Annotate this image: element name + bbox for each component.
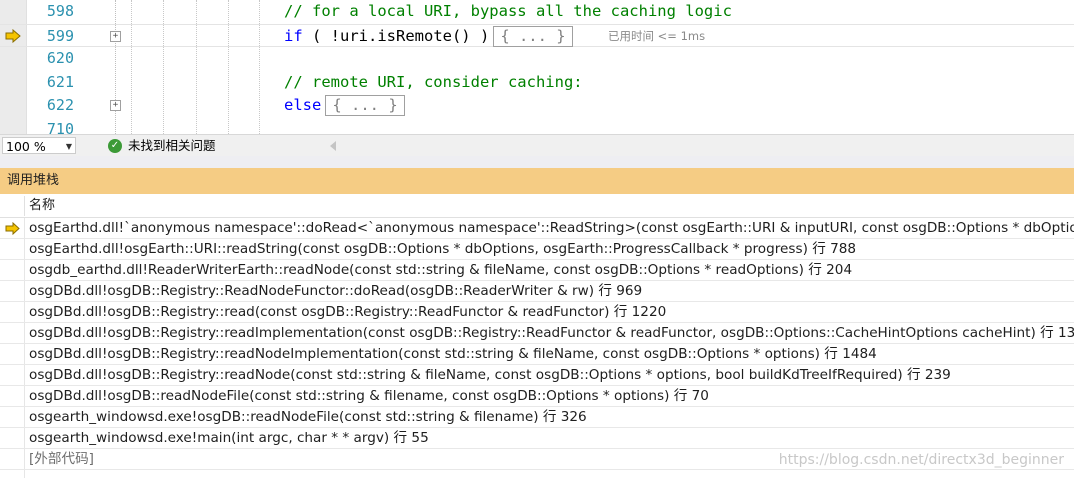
current-frame-arrow-icon (5, 222, 20, 235)
call-stack-frame[interactable]: osgDBd.dll!osgDB::Registry::read(const o… (0, 302, 1074, 323)
line-number: 598 (46, 2, 74, 20)
zoom-value: 100 % (6, 139, 46, 154)
watermark: https://blog.csdn.net/directx3d_beginner (778, 452, 1064, 468)
code-token: ( !uri.isRemote() ) (302, 26, 490, 45)
collapsed-block[interactable]: { ... } (493, 25, 573, 47)
frame-text: osgDBd.dll!osgDB::Registry::readNodeImpl… (29, 346, 877, 362)
keyword-token: if (284, 26, 303, 45)
call-stack-frame[interactable]: osgearth_windowsd.exe!main(int argc, cha… (0, 428, 1074, 449)
call-stack-frame[interactable]: osgDBd.dll!osgDB::Registry::readImplemen… (0, 323, 1074, 344)
code-line[interactable]: 621 // remote URI, consider caching: (0, 71, 1074, 94)
code-text: // remote URI, consider caching: (284, 71, 583, 94)
frame-text: osgDBd.dll!osgDB::Registry::readImplemen… (29, 325, 1074, 341)
code-line[interactable]: 599 + if ( !uri.isRemote() ){ ... } 已用时间 <=… (0, 23, 1074, 48)
frame-text: osgDBd.dll!osgDB::Registry::read(const o… (29, 304, 667, 320)
frame-text: osgDBd.dll!osgDB::Registry::ReadNodeFunc… (29, 283, 643, 299)
zoom-dropdown[interactable]: 100 % ▼ (2, 137, 76, 154)
issues-status[interactable]: 未找到相关问题 (128, 137, 216, 155)
column-divider[interactable] (24, 196, 25, 216)
chevron-down-icon: ▼ (65, 142, 72, 151)
code-line[interactable]: 710 (0, 118, 1074, 135)
frame-text: osgearth_windowsd.exe!osgDB::readNodeFil… (29, 409, 587, 425)
perf-tip[interactable]: 已用时间 <= 1ms (608, 25, 705, 48)
scroll-left-icon[interactable] (330, 141, 336, 151)
line-number: 621 (46, 72, 74, 91)
frame-text: osgDBd.dll!osgDB::Registry::readNode(con… (29, 367, 951, 383)
code-line[interactable]: 620 (0, 47, 1074, 70)
code-line[interactable]: 598 // for a local URI, bypass all the ca… (0, 0, 1074, 23)
comment-token: // remote URI, consider caching: (284, 72, 583, 91)
line-number: 620 (46, 49, 74, 67)
expand-icon[interactable]: + (110, 30, 121, 42)
frame-text: osgEarthd.dll!`anonymous namespace'::doR… (29, 220, 1074, 236)
call-stack-frame[interactable]: osgEarthd.dll!`anonymous namespace'::doR… (0, 218, 1074, 239)
frame-text: osgdb_earthd.dll!ReaderWriterEarth::read… (29, 262, 853, 278)
call-stack-frame[interactable]: osgearth_windowsd.exe!osgDB::readNodeFil… (0, 407, 1074, 428)
collapsed-block[interactable]: { ... } (325, 95, 405, 116)
call-stack-frame[interactable]: osgDBd.dll!osgDB::Registry::readNodeImpl… (0, 344, 1074, 365)
frame-text: osgEarthd.dll!osgEarth::URI::readString(… (29, 241, 857, 257)
check-circle-icon: ✓ (108, 139, 122, 153)
call-stack-frame[interactable]: osgDBd.dll!osgDB::readNodeFile(const std… (0, 386, 1074, 407)
keyword-token: else (284, 96, 322, 114)
code-text: else{ ... } (284, 94, 405, 117)
call-stack-frame[interactable]: osgEarthd.dll!osgEarth::URI::readString(… (0, 239, 1074, 260)
call-stack-title[interactable]: 调用堆栈 (0, 168, 1074, 194)
line-number: 599 (46, 26, 74, 45)
code-editor[interactable]: 598 // for a local URI, bypass all the ca… (0, 0, 1074, 134)
code-text: if ( !uri.isRemote() ){ ... } (284, 25, 573, 48)
comment-token: // for a local URI, bypass all the cachi… (284, 2, 732, 20)
line-number: 622 (46, 96, 74, 114)
line-number: 710 (46, 119, 74, 135)
window-splitter[interactable] (0, 156, 1074, 168)
frame-text: osgDBd.dll!osgDB::readNodeFile(const std… (29, 388, 709, 404)
expand-icon[interactable]: + (110, 100, 121, 111)
code-line[interactable]: 622 + else{ ... } (0, 94, 1074, 117)
column-header-name[interactable]: 名称 (29, 194, 55, 218)
current-statement-arrow-icon[interactable] (5, 28, 21, 43)
call-stack-frame[interactable]: osgDBd.dll!osgDB::Registry::readNode(con… (0, 365, 1074, 386)
editor-status-bar: 100 % ▼ ✓ 未找到相关问题 (0, 134, 1074, 157)
frame-text: osgearth_windowsd.exe!main(int argc, cha… (29, 430, 429, 446)
external-code-label: [外部代码] (29, 451, 94, 467)
code-text: // for a local URI, bypass all the cachi… (284, 0, 732, 23)
call-stack-list: osgEarthd.dll!`anonymous namespace'::doR… (0, 218, 1074, 478)
call-stack-frame[interactable]: osgDBd.dll!osgDB::Registry::ReadNodeFunc… (0, 281, 1074, 302)
call-stack-frame[interactable]: osgdb_earthd.dll!ReaderWriterEarth::read… (0, 260, 1074, 281)
call-stack-header: 名称 (0, 194, 1074, 218)
